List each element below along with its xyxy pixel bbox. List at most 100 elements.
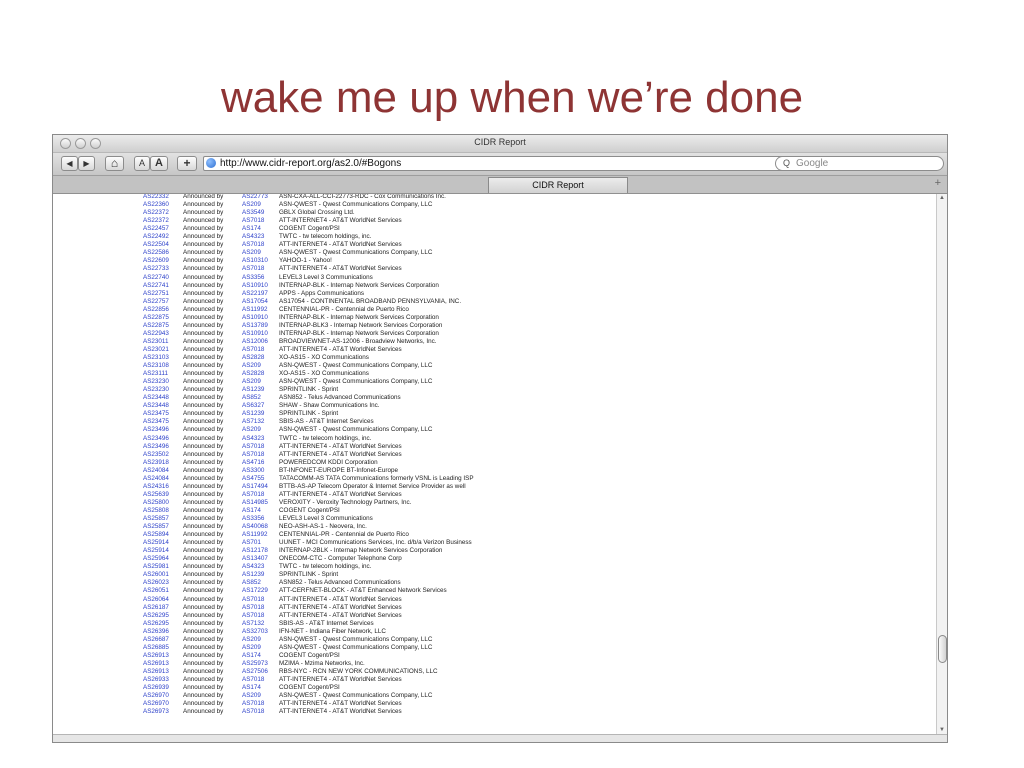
asn-link[interactable]: AS22856 [143,306,169,313]
asn-link[interactable]: AS22609 [143,257,169,264]
text-larger-button[interactable]: A [150,156,168,171]
origin-asn-link[interactable]: AS13407 [242,555,268,562]
asn-link[interactable]: AS26051 [143,587,169,594]
origin-asn-link[interactable]: AS7018 [242,491,264,498]
origin-asn-link[interactable]: AS10910 [242,330,268,337]
origin-asn-link[interactable]: AS7132 [242,418,264,425]
origin-asn-link[interactable]: AS4323 [242,233,264,240]
asn-link[interactable]: AS26970 [143,692,169,699]
asn-link[interactable]: AS25857 [143,523,169,530]
asn-link[interactable]: AS22586 [143,249,169,256]
origin-asn-link[interactable]: AS7132 [242,620,264,627]
asn-link[interactable]: AS22372 [143,209,169,216]
origin-asn-link[interactable]: AS209 [242,644,261,651]
origin-asn-link[interactable]: AS7018 [242,451,264,458]
asn-link[interactable]: AS25981 [143,563,169,570]
asn-link[interactable]: AS22757 [143,298,169,305]
asn-link[interactable]: AS26933 [143,676,169,683]
origin-asn-link[interactable]: AS3356 [242,515,264,522]
origin-asn-link[interactable]: AS7018 [242,596,264,603]
origin-asn-link[interactable]: AS7018 [242,708,264,715]
asn-link[interactable]: AS23448 [143,402,169,409]
asn-link[interactable]: AS25639 [143,491,169,498]
origin-asn-link[interactable]: AS6327 [242,402,264,409]
origin-asn-link[interactable]: AS10910 [242,314,268,321]
origin-asn-link[interactable]: AS7018 [242,443,264,450]
vertical-scrollbar[interactable]: ▲ ▼ [936,194,947,734]
asn-link[interactable]: AS22492 [143,233,169,240]
origin-asn-link[interactable]: AS3549 [242,209,264,216]
origin-asn-link[interactable]: AS4755 [242,475,264,482]
scroll-up-icon[interactable]: ▲ [939,195,945,201]
asn-link[interactable]: AS22733 [143,265,169,272]
origin-asn-link[interactable]: AS40068 [242,523,268,530]
asn-link[interactable]: AS22504 [143,241,169,248]
origin-asn-link[interactable]: AS12006 [242,338,268,345]
origin-asn-link[interactable]: AS852 [242,579,261,586]
tab-cidr-report[interactable]: CIDR Report [488,177,628,193]
origin-asn-link[interactable]: AS7018 [242,346,264,353]
asn-link[interactable]: AS23475 [143,418,169,425]
search-field[interactable]: Q Google [775,156,944,171]
origin-asn-link[interactable]: AS7018 [242,700,264,707]
scrollbar-thumb[interactable] [938,635,947,663]
origin-asn-link[interactable]: AS22773 [242,194,268,200]
origin-asn-link[interactable]: AS11992 [242,531,267,538]
origin-asn-link[interactable]: AS174 [242,652,261,659]
asn-link[interactable]: AS26939 [143,684,169,691]
origin-asn-link[interactable]: AS1239 [242,571,264,578]
asn-link[interactable]: AS22741 [143,282,169,289]
origin-asn-link[interactable]: AS32703 [242,628,268,635]
asn-link[interactable]: AS26970 [143,700,169,707]
asn-link[interactable]: AS26187 [143,604,169,611]
asn-link[interactable]: AS23230 [143,386,169,393]
origin-asn-link[interactable]: AS17229 [242,587,268,594]
asn-link[interactable]: AS22457 [143,225,169,232]
origin-asn-link[interactable]: AS7018 [242,612,264,619]
origin-asn-link[interactable]: AS22197 [242,290,268,297]
origin-asn-link[interactable]: AS7018 [242,217,264,224]
asn-link[interactable]: AS23448 [143,394,169,401]
origin-asn-link[interactable]: AS209 [242,426,261,433]
new-tab-icon[interactable]: + [935,177,941,189]
origin-asn-link[interactable]: AS701 [242,539,261,546]
origin-asn-link[interactable]: AS7018 [242,676,264,683]
asn-link[interactable]: AS22751 [143,290,169,297]
asn-link[interactable]: AS25894 [143,531,169,538]
origin-asn-link[interactable]: AS17054 [242,298,268,305]
asn-link[interactable]: AS23502 [143,451,169,458]
asn-link[interactable]: AS22360 [143,201,169,208]
origin-asn-link[interactable]: AS4323 [242,435,264,442]
asn-link[interactable]: AS25964 [143,555,169,562]
asn-link[interactable]: AS23230 [143,378,169,385]
asn-link[interactable]: AS23496 [143,443,169,450]
asn-link[interactable]: AS23103 [143,354,169,361]
origin-asn-link[interactable]: AS209 [242,249,261,256]
asn-link[interactable]: AS26064 [143,596,169,603]
asn-link[interactable]: AS23021 [143,346,169,353]
asn-link[interactable]: AS26295 [143,612,169,619]
asn-link[interactable]: AS22372 [143,217,169,224]
asn-link[interactable]: AS23918 [143,459,169,466]
origin-asn-link[interactable]: AS209 [242,636,261,643]
asn-link[interactable]: AS26913 [143,652,169,659]
origin-asn-link[interactable]: AS1239 [242,410,264,417]
asn-link[interactable]: AS23475 [143,410,169,417]
asn-link[interactable]: AS26913 [143,668,169,675]
asn-link[interactable]: AS24084 [143,475,169,482]
asn-link[interactable]: AS26885 [143,644,169,651]
origin-asn-link[interactable]: AS209 [242,362,261,369]
origin-asn-link[interactable]: AS7018 [242,241,264,248]
asn-link[interactable]: AS22875 [143,322,169,329]
origin-asn-link[interactable]: AS25973 [242,660,268,667]
origin-asn-link[interactable]: AS209 [242,692,261,699]
origin-asn-link[interactable]: AS4716 [242,459,264,466]
asn-link[interactable]: AS23496 [143,435,169,442]
origin-asn-link[interactable]: AS3300 [242,467,264,474]
origin-asn-link[interactable]: AS3356 [242,274,264,281]
asn-link[interactable]: AS25857 [143,515,169,522]
origin-asn-link[interactable]: AS14985 [242,499,268,506]
origin-asn-link[interactable]: AS27506 [242,668,268,675]
origin-asn-link[interactable]: AS174 [242,684,261,691]
asn-link[interactable]: AS26001 [143,571,169,578]
